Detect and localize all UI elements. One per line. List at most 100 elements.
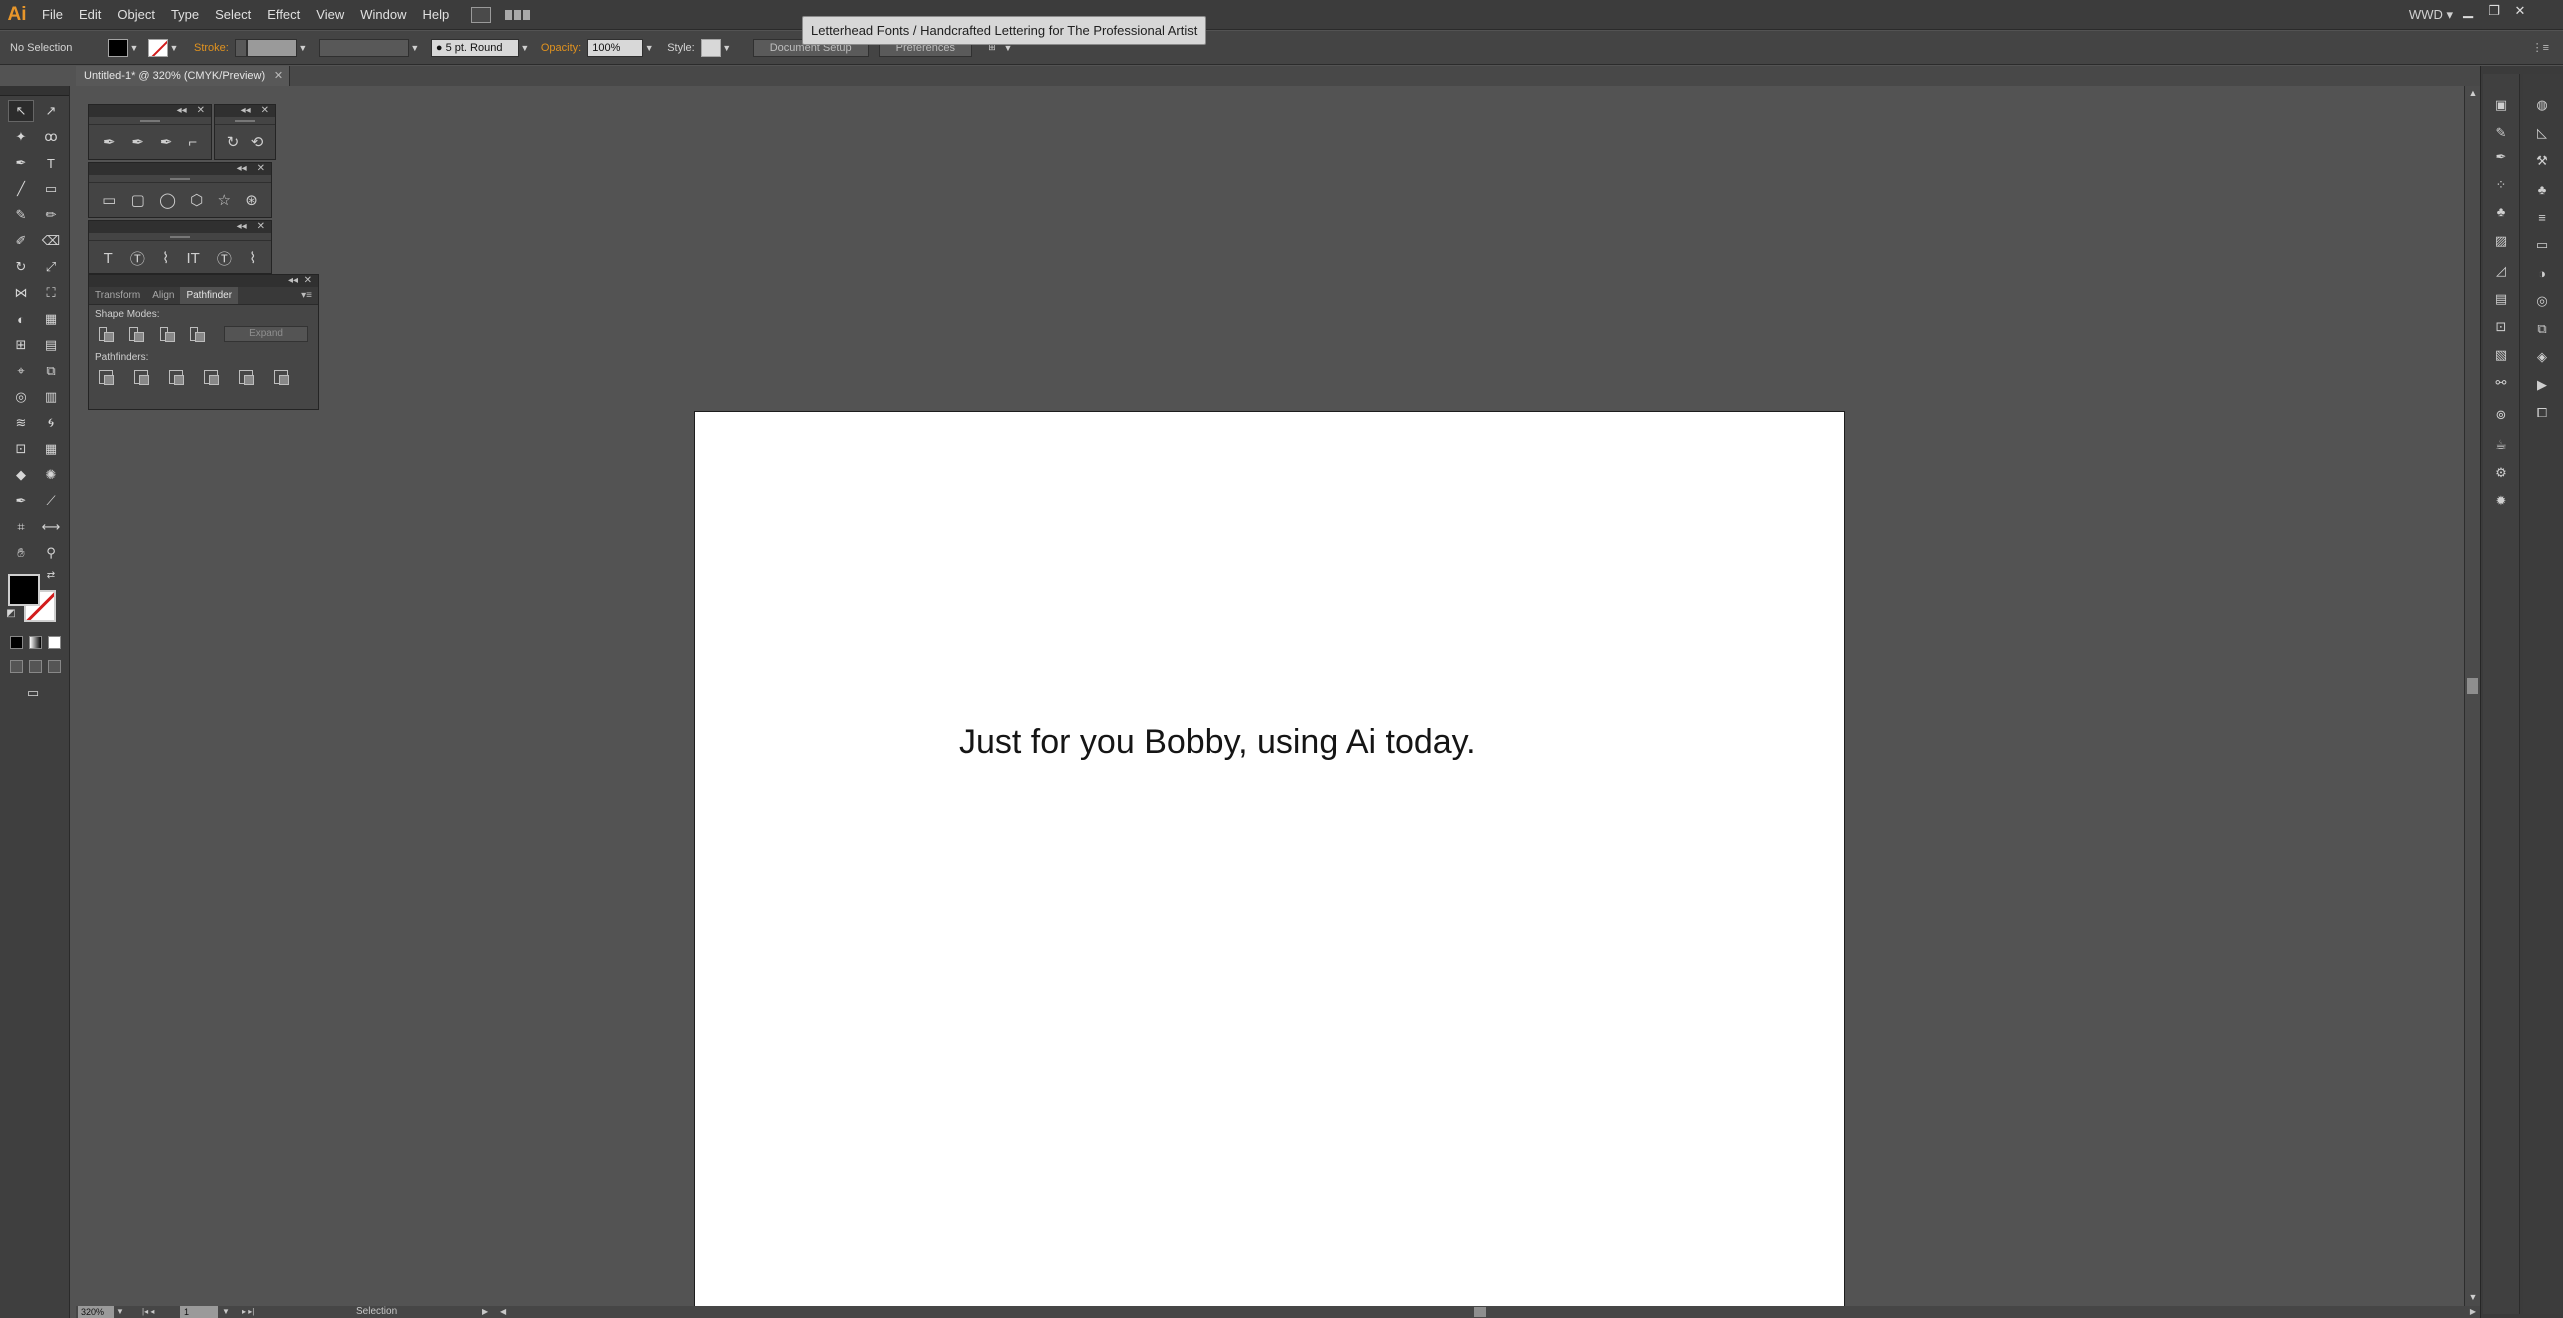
last-artboard-icon[interactable]: ▸ ▸| — [242, 1306, 254, 1318]
minus-back-icon[interactable] — [274, 370, 289, 385]
column-graph-tool-icon[interactable]: ▥ — [38, 386, 64, 408]
pencil-tool-icon[interactable]: ✏ — [38, 204, 64, 226]
swap-fill-stroke-icon[interactable]: ⇄ — [44, 568, 58, 582]
layers-icon[interactable]: ◈ — [2531, 346, 2553, 368]
perspective-selection-tool-icon[interactable]: ◆ — [8, 464, 34, 486]
panel-header[interactable]: ◂◂ ✕ — [89, 105, 211, 117]
document-tab[interactable]: Untitled-1* @ 320% (CMYK/Preview) ✕ — [76, 66, 291, 86]
knife-tool-icon[interactable]: ⟋ — [38, 490, 64, 512]
close-icon[interactable]: ✕ — [2509, 4, 2531, 18]
tab-pathfinder[interactable]: Pathfinder — [180, 287, 239, 304]
gradient-icon[interactable]: ▭ — [2531, 234, 2553, 256]
add-anchor-point-icon[interactable]: ✒ — [131, 133, 144, 151]
artboard-text[interactable]: Just for you Bobby, using Ai today. — [959, 723, 1476, 762]
gradient-tool-icon[interactable]: ▤ — [38, 334, 64, 356]
merge-icon[interactable] — [169, 370, 184, 385]
eyedropper-tool-icon[interactable]: ⌖ — [8, 360, 34, 382]
horizontal-scroll-thumb[interactable] — [1474, 1307, 1486, 1317]
outline-icon[interactable] — [239, 370, 254, 385]
stroke-weight-stepper[interactable] — [234, 38, 247, 57]
zoom-tool-icon[interactable]: ⚲ — [38, 542, 64, 564]
collapse-icon[interactable]: ◂◂ — [177, 105, 187, 117]
workspace-switcher[interactable]: WWD ▾ — [2409, 0, 2453, 30]
chevron-down-icon[interactable]: ▼ — [297, 43, 309, 53]
stroke-label[interactable]: Stroke: — [194, 42, 229, 54]
draw-normal-icon[interactable] — [10, 660, 23, 673]
scale-tool-icon[interactable]: ⤢ — [38, 256, 64, 278]
chevron-down-icon[interactable]: ▼ — [128, 43, 140, 53]
collapse-icon[interactable]: ◂◂ — [241, 105, 251, 117]
transform-icon[interactable]: ⊡ — [2490, 316, 2512, 338]
scroll-up-icon[interactable]: ▲ — [2465, 88, 2481, 100]
image-trace-icon[interactable]: ▨ — [2490, 230, 2512, 252]
transparency-icon[interactable]: ◑ — [2531, 262, 2553, 284]
convert-anchor-point-icon[interactable]: ⌐ — [188, 134, 197, 151]
brushes-icon[interactable]: ✎ — [2490, 122, 2512, 144]
warp-tool-icon[interactable]: ≋ — [8, 412, 34, 434]
vertical-area-type-tool-icon[interactable]: Ⓣ — [217, 248, 232, 269]
none-mode-icon[interactable] — [48, 636, 61, 649]
panel-grip[interactable] — [89, 175, 271, 183]
slice-tool-icon[interactable]: ▦ — [38, 438, 64, 460]
swatches-icon[interactable]: ⁘ — [2490, 174, 2512, 196]
vertical-path-type-tool-icon[interactable]: ⌇ — [249, 249, 256, 267]
libraries-icon[interactable]: ⧉ — [2531, 318, 2553, 340]
vertical-scroll-thumb[interactable] — [2467, 678, 2478, 694]
direct-selection-tool-icon[interactable]: ↗ — [38, 100, 64, 122]
brush-definition[interactable]: ● 5 pt. Round — [430, 38, 519, 57]
close-icon[interactable]: ✕ — [257, 163, 265, 175]
panel-grip[interactable] — [89, 233, 271, 241]
zoom-field[interactable]: 320% — [78, 1306, 114, 1318]
panel-header[interactable]: ◂◂ ✕ — [89, 221, 271, 233]
pen-icon[interactable]: ✒ — [2490, 146, 2512, 168]
variable-width-profile[interactable] — [318, 38, 409, 57]
stroke-icon[interactable]: ◺ — [2531, 122, 2553, 144]
appearance-icon[interactable]: ⊚ — [2490, 404, 2512, 426]
scroll-left-icon[interactable]: ◀ — [500, 1306, 506, 1318]
area-type-tool-icon[interactable]: Ⓣ — [130, 248, 145, 269]
menu-window[interactable]: Window — [352, 0, 414, 30]
rounded-rectangle-tool-icon[interactable]: ▢ — [131, 191, 145, 209]
arrange-documents-icon[interactable] — [505, 7, 531, 23]
chevron-down-icon[interactable]: ▼ — [643, 43, 655, 53]
menu-edit[interactable]: Edit — [71, 0, 109, 30]
unite-icon[interactable] — [99, 327, 115, 342]
shape-builder-tool-icon[interactable]: ◐ — [8, 308, 34, 330]
artboard-tool-icon[interactable]: ⊡ — [8, 438, 34, 460]
rotate-tool-icon[interactable]: ↻ — [227, 133, 240, 151]
line-tool-icon[interactable]: ╱ — [8, 178, 34, 200]
panel-header[interactable]: ◂◂ ✕ — [89, 163, 271, 175]
toolbox-grip[interactable] — [0, 86, 69, 96]
symbols-icon[interactable]: ♣ — [2490, 200, 2512, 222]
graphic-styles-icon[interactable]: ◿ — [2490, 260, 2512, 282]
collapse-icon[interactable]: ◂◂ — [288, 275, 298, 286]
status-current-tool[interactable]: Selection — [356, 1306, 397, 1318]
menu-view[interactable]: View — [308, 0, 352, 30]
reflect-tool-icon[interactable]: ⟲ — [251, 133, 264, 151]
rotate-tool-icon[interactable]: ↻ — [8, 256, 34, 278]
crop-icon[interactable] — [204, 370, 219, 385]
polygon-tool-icon[interactable]: ⬡ — [190, 191, 203, 209]
pathfinder-icon[interactable]: ◎ — [2531, 290, 2553, 312]
hand-tool-icon[interactable]: ✋︎ — [8, 542, 34, 564]
artboards-panel-icon[interactable]: ⧠ — [2531, 402, 2553, 424]
menu-select[interactable]: Select — [207, 0, 259, 30]
artboard[interactable]: Just for you Bobby, using Ai today. — [694, 411, 1845, 1308]
blob-brush-tool-icon[interactable]: ✐ — [8, 230, 34, 252]
blend-tool-icon[interactable]: ⧉ — [38, 360, 64, 382]
delete-anchor-point-icon[interactable]: ✒ — [160, 133, 173, 151]
fill-color-swatch[interactable] — [108, 38, 128, 57]
chevron-down-icon[interactable]: ▼ — [721, 43, 733, 53]
navigator-icon[interactable]: ▧ — [2490, 344, 2512, 366]
trim-icon[interactable] — [134, 370, 149, 385]
opacity-label[interactable]: Opacity: — [541, 42, 581, 54]
close-icon[interactable]: ✕ — [197, 105, 205, 117]
ellipse-tool-icon[interactable]: ◯ — [159, 191, 176, 209]
pen-tool-icon[interactable]: ✒ — [8, 152, 34, 174]
scroll-down-icon[interactable]: ▼ — [2465, 1292, 2481, 1304]
gradient-mode-icon[interactable] — [29, 636, 42, 649]
paintbrush-tool-icon[interactable]: ✎ — [8, 204, 34, 226]
color-guide-icon[interactable]: ▣ — [2490, 94, 2512, 116]
panel-grip[interactable] — [215, 117, 275, 125]
status-menu-icon[interactable]: ▶ — [482, 1306, 488, 1318]
